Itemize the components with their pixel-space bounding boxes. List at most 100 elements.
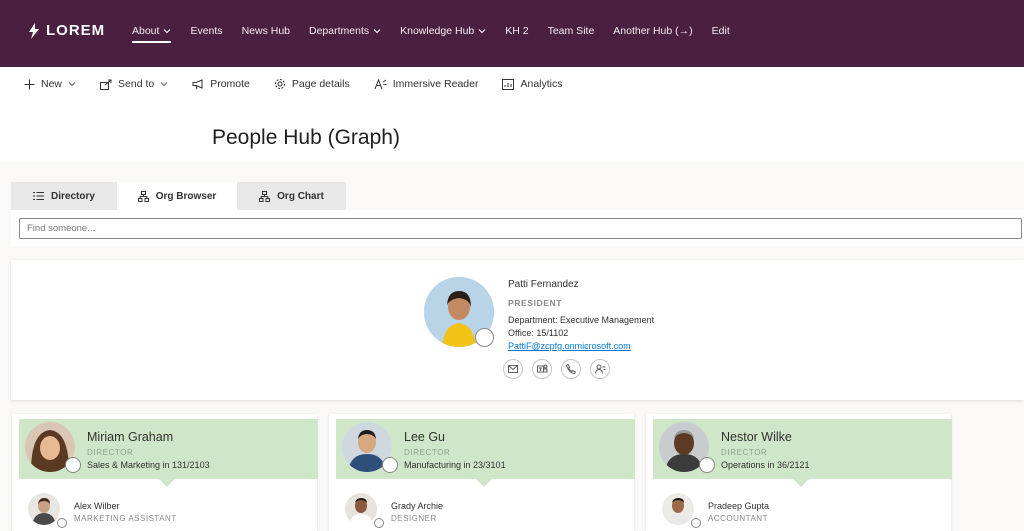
nav-label: Another Hub (→) [613,25,693,37]
command-bar: New Send to Promote Page details Immersi… [0,67,1024,101]
report-name[interactable]: Grady Archie [391,501,443,511]
nav-item-departments[interactable]: Departments [309,25,381,41]
org-icon [137,190,149,202]
chevron-down-icon [373,29,381,34]
nav-label: News Hub [241,25,290,37]
manager-office: Office: 15/1102 [508,328,569,338]
phone-icon [566,364,576,374]
director-location: Manufacturing in 23/3101 [404,460,506,470]
page-title: People Hub (Graph) [212,126,400,149]
immersive-reader-label: Immersive Reader [392,78,479,90]
presence-status-icon [382,457,398,473]
nav-item-news-hub[interactable]: News Hub [242,25,290,41]
new-button[interactable]: New [24,78,76,90]
chevron-down-icon [164,29,171,34]
avatar[interactable] [662,493,694,525]
tab-label: Directory [51,190,95,202]
page-details-label: Page details [291,78,350,90]
director-location: Sales & Marketing in 131/2103 [87,460,210,470]
analytics-icon [502,78,515,90]
immersive-reader-icon [374,78,387,89]
director-card[interactable]: Lee Gu DIRECTOR Manufacturing in 23/3101 [336,419,635,487]
manager-actions [503,359,610,379]
nav-item-kh2[interactable]: KH 2 [505,25,528,41]
bolt-icon [29,22,39,39]
presence-status-icon [374,518,384,528]
person-photo [662,493,694,525]
nav-label: About [132,25,160,37]
contact-card-button[interactable] [590,359,610,379]
people-tabs: Directory Org Browser Org Chart [11,182,346,210]
manager-email-link[interactable]: PattiF@zcpfg.onmicrosoft.com [508,341,631,351]
nav-item-edit[interactable]: Edit [712,25,730,41]
director-card[interactable]: Miriam Graham DIRECTOR Sales & Marketing… [19,419,318,487]
new-label: New [41,78,63,90]
logo-text: LOREM [46,22,106,39]
promote-button[interactable]: Promote [192,78,250,90]
nav-item-team-site[interactable]: Team Site [548,25,595,41]
manager-name[interactable]: Patti Fernandez [508,279,579,290]
director-role: DIRECTOR [404,448,451,457]
nav-item-about[interactable]: About [132,25,172,43]
director-card[interactable]: Nestor Wilke DIRECTOR Operations in 36/2… [653,419,952,487]
tab-directory[interactable]: Directory [11,182,117,210]
promote-label: Promote [210,78,250,90]
director-name: Nestor Wilke [721,430,792,444]
director-role: DIRECTOR [87,448,134,457]
presence-status-icon [691,518,701,528]
person-photo [28,493,60,525]
send-to-button[interactable]: Send to [100,78,168,90]
share-icon [100,79,112,90]
org-icon [259,190,271,202]
gear-icon [274,79,285,89]
director-location: Operations in 36/2121 [721,460,810,470]
email-button[interactable] [503,359,523,379]
mail-icon [508,365,518,373]
immersive-reader-button[interactable]: Immersive Reader [374,78,479,90]
tab-label: Org Chart [277,190,324,202]
direct-report-column: Miriam Graham DIRECTOR Sales & Marketing… [12,414,318,531]
nav-item-events[interactable]: Events [190,25,222,41]
director-name: Lee Gu [404,430,446,444]
nav-item-knowledge-hub[interactable]: Knowledge Hub [400,25,486,41]
chevron-down-icon [160,82,168,87]
nav-label: Team Site [547,25,595,37]
tab-label: Org Browser [155,190,217,202]
presence-status-icon [475,328,494,347]
chevron-down-icon [478,29,486,34]
report-role: MARKETING ASSISTANT [74,514,177,523]
list-icon [33,192,45,200]
teams-chat-button[interactable] [532,359,552,379]
send-to-label: Send to [118,78,155,90]
chevron-down-icon [68,82,76,87]
tab-org-chart[interactable]: Org Chart [237,182,346,210]
call-button[interactable] [561,359,581,379]
site-header: LOREM About Events News Hub Departments … [0,0,1024,67]
director-name: Miriam Graham [87,430,174,444]
avatar[interactable] [345,493,377,525]
direct-report-column: Lee Gu DIRECTOR Manufacturing in 23/3101… [329,414,635,531]
search-input[interactable] [19,218,1022,239]
manager-department: Department: Executive Management [508,315,655,325]
top-navigation: About Events News Hub Departments Knowle… [132,25,749,43]
presence-status-icon [65,457,81,473]
report-name[interactable]: Pradeep Gupta [708,501,769,511]
nav-label: Edit [711,25,730,37]
analytics-label: Analytics [520,78,563,90]
nav-item-another-hub[interactable]: Another Hub (→) [613,25,692,41]
report-role: ACCOUNTANT [708,514,768,523]
tab-org-browser[interactable]: Org Browser [117,182,237,210]
contact-card-icon [594,364,605,374]
report-name[interactable]: Alex Wilber [74,501,120,511]
nav-label: KH 2 [505,25,529,37]
report-role: DESIGNER [391,514,437,523]
nav-label: Departments [309,25,370,37]
presence-status-icon [57,518,67,528]
person-photo [345,493,377,525]
nav-label: Events [190,25,223,37]
page-details-button[interactable]: Page details [274,78,350,90]
plus-icon [24,79,35,89]
avatar[interactable] [28,493,60,525]
site-logo[interactable]: LOREM [28,22,105,39]
analytics-button[interactable]: Analytics [502,78,563,90]
